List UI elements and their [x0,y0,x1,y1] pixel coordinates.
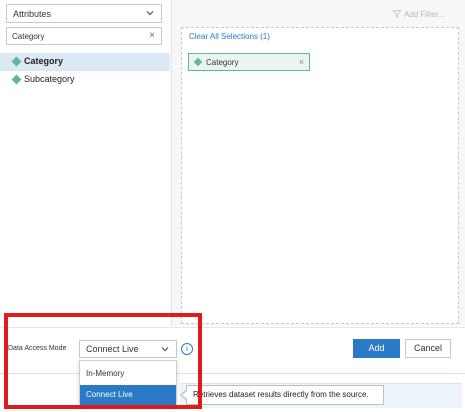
left-panel: Attributes × Category Subcategory [0,0,172,326]
search-input[interactable] [12,30,142,42]
add-filter-link[interactable]: Add Filter... [404,10,444,19]
tree-item-label: Subcategory [24,74,75,84]
selected-chip-category[interactable]: Category × [188,53,310,71]
attribute-icon [11,74,22,85]
attribute-icon [193,57,203,67]
search-field[interactable]: × [6,27,162,45]
chip-label: Category [206,58,239,67]
attributes-dropdown[interactable]: Attributes [6,4,162,23]
chevron-down-icon [146,11,154,16]
clear-icon[interactable]: × [149,30,155,41]
tree-item-category[interactable]: Category [0,53,170,71]
tooltip: Retrieves dataset results directly from … [186,385,384,405]
attribute-icon [11,56,22,67]
selection-area [181,27,459,324]
tree-item-label: Category [24,56,64,66]
highlight-annotation [4,313,202,409]
attributes-dropdown-value: Attributes [13,9,52,19]
add-button[interactable]: Add [353,339,400,358]
cancel-button[interactable]: Cancel [405,339,451,358]
filter-icon [393,10,401,18]
clear-all-selections-link[interactable]: Clear All Selections (1) [189,32,270,41]
remove-icon[interactable]: × [299,57,304,67]
tree-item-subcategory[interactable]: Subcategory [0,71,170,89]
